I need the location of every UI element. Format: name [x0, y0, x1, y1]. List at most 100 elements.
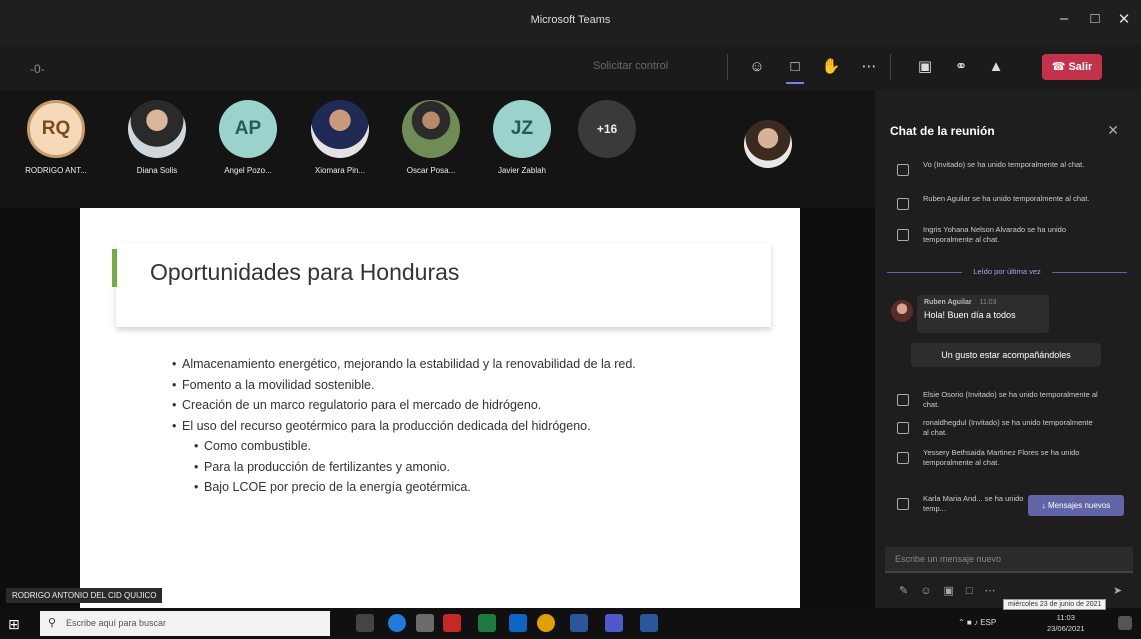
more-actions-icon[interactable]: ⋯ — [858, 56, 880, 78]
teams-icon[interactable] — [605, 614, 623, 632]
message-text: Hola! Buen día a todos — [924, 310, 1016, 320]
message-meta: Ruben Aguilar 11:03 — [924, 299, 1042, 306]
title-bar: Microsoft Teams – □ ✕ — [0, 0, 1141, 44]
system-message-text: Elsie Osorio (Invitado) se ha unido temp… — [923, 390, 1098, 409]
close-chat-icon[interactable]: ✕ — [1107, 122, 1119, 139]
camera-off-icon[interactable]: ▣ — [914, 56, 936, 78]
new-messages-label: Mensajes nuevos — [1047, 501, 1111, 510]
app-icon[interactable] — [478, 614, 496, 632]
chat-message[interactable]: Ruben Aguilar 11:03 Hola! Buen día a todo… — [917, 295, 1049, 333]
avatar: RQ — [27, 100, 85, 158]
search-placeholder: Escribe aquí para buscar — [66, 618, 167, 628]
participant-tile[interactable]: AP Angel Pozo... — [203, 100, 293, 175]
search-icon: ⚲ — [48, 617, 57, 629]
app-icon[interactable] — [416, 614, 434, 632]
system-message-text: Ingris Yohana Nelson Alvarado se ha unid… — [923, 225, 1067, 244]
acrobat-icon[interactable] — [443, 614, 461, 632]
system-message-text: Ruben Aguilar se ha unido temporalmente … — [923, 194, 1090, 203]
emoji-icon[interactable]: ☺ — [920, 585, 931, 597]
more-participants-badge: +16 — [578, 100, 636, 158]
toolbar-divider — [890, 54, 891, 80]
system-message-text: Karla Maria And... se ha unido temp... — [923, 494, 1024, 513]
notifications-icon[interactable] — [1118, 616, 1132, 630]
new-messages-button[interactable]: ↓ Mensajes nuevos — [1028, 495, 1124, 516]
chat-message[interactable]: Un gusto estar acompañándoles — [911, 343, 1101, 367]
meeting-toolbar: -0- Solicitar control ☺ □ ✋ ⋯ ▣ ⚭ ▲ ☎ Sa… — [0, 44, 1141, 90]
clock-date: 23/06/2021 — [1047, 624, 1085, 633]
compose-box[interactable] — [885, 547, 1133, 573]
divider — [1052, 272, 1127, 273]
avatar: AP — [219, 100, 277, 158]
sub-bullet-item: Para la producción de fertilizantes y am… — [194, 457, 636, 478]
window-title: Microsoft Teams — [530, 14, 611, 26]
participant-tile[interactable]: Oscar Posa... — [386, 100, 476, 175]
word-icon[interactable] — [570, 614, 588, 632]
toolbar-divider — [727, 54, 728, 80]
pinned-video-tile[interactable] — [744, 120, 792, 168]
taskbar-search-box[interactable]: ⚲ Escribe aquí para buscar — [40, 611, 330, 636]
last-read-marker: Leído por última vez — [887, 267, 1127, 277]
sticker-icon[interactable]: □ — [966, 585, 973, 597]
accent-bar — [112, 249, 117, 287]
meeting-chat-panel: Chat de la reunión ✕ Vo (Invitado) se ha… — [875, 90, 1141, 608]
close-window-button[interactable]: ✕ — [1112, 10, 1136, 28]
minimize-button[interactable]: – — [1052, 10, 1076, 27]
leave-label: Salir — [1068, 61, 1093, 73]
participant-name: Diana Solis — [136, 166, 178, 175]
windows-start-icon[interactable]: ⊞ — [8, 616, 24, 632]
reactions-icon[interactable]: ✋ — [820, 56, 842, 78]
join-icon — [897, 229, 909, 241]
avatar — [128, 100, 186, 158]
format-icon[interactable]: ✎ — [899, 585, 908, 597]
chrome-icon[interactable] — [537, 614, 555, 632]
join-icon — [897, 422, 909, 434]
presentation-slide: Oportunidades para Honduras Almacenamien… — [80, 208, 800, 608]
microphone-icon[interactable]: ⚭ — [950, 56, 972, 78]
participant-name: RODRIGO ANT... — [25, 166, 87, 175]
word-icon[interactable] — [640, 614, 658, 632]
taskbar-clock[interactable]: 11:03 23/06/2021 — [1047, 612, 1085, 634]
request-control-button[interactable]: Solicitar control — [593, 60, 668, 72]
leave-button[interactable]: ☎ Salir — [1042, 54, 1102, 80]
share-screen-icon[interactable]: ▲ — [985, 56, 1007, 78]
mail-icon[interactable] — [509, 614, 527, 632]
participant-name: Javier Zablah — [497, 166, 547, 175]
compose-toolbar: ✎ ☺ ▣ □ ⋯ — [899, 584, 1008, 597]
join-icon — [897, 452, 909, 464]
avatar: JZ — [493, 100, 551, 158]
more-options-icon[interactable]: ⋯ — [985, 585, 996, 597]
more-participants[interactable]: +16 — [562, 100, 652, 158]
task-view-icon[interactable] — [356, 614, 374, 632]
sub-bullet-item: Como combustible. — [194, 436, 636, 457]
participants-icon[interactable]: ☺ — [746, 56, 768, 78]
join-icon — [897, 164, 909, 176]
sub-bullet-item: Bajo LCOE por precio de la energía geoté… — [194, 477, 636, 498]
send-icon[interactable]: ➤ — [1113, 584, 1122, 597]
system-tray[interactable]: ⌃ ■ ♪ ESP — [958, 618, 996, 627]
system-message-text: ronaldhegdul (Invitado) se ha unido temp… — [923, 418, 1093, 437]
maximize-button[interactable]: □ — [1083, 10, 1107, 27]
system-message-text: Yessery Bethsaida Martinez Flores se ha … — [923, 448, 1080, 467]
join-icon — [897, 198, 909, 210]
bullet-item: El uso del recurso geotérmico para la pr… — [172, 416, 636, 437]
participant-tile[interactable]: JZ Javier Zablah — [477, 100, 567, 175]
avatar — [891, 300, 913, 322]
participant-tile[interactable]: Diana Solis — [112, 100, 202, 175]
participant-name: Xiomara Pin... — [314, 166, 366, 175]
date-tooltip: miércoles 23 de junio de 2021 — [1003, 599, 1107, 610]
participant-name: Oscar Posa... — [406, 166, 456, 175]
clock-time: 11:03 — [1056, 613, 1075, 622]
language-indicator: ESP — [980, 618, 997, 627]
edge-icon[interactable] — [388, 614, 406, 632]
participant-tile[interactable]: Xiomara Pin... — [295, 100, 385, 175]
message-author: Ruben Aguilar — [924, 299, 972, 306]
gif-icon[interactable]: ▣ — [943, 585, 953, 597]
slide-title: Oportunidades para Honduras — [150, 259, 460, 285]
message-input[interactable] — [885, 547, 1133, 571]
shared-content-area: Oportunidades para Honduras Almacenamien… — [0, 208, 875, 608]
participant-tile[interactable]: RQ RODRIGO ANT... — [11, 100, 101, 175]
participants-strip: RQ RODRIGO ANT... Diana Solis AP Angel P… — [0, 90, 875, 208]
chat-icon[interactable]: □ — [784, 56, 806, 84]
bullet-item: Almacenamiento energético, mejorando la … — [172, 354, 636, 375]
system-message-text: Vo (Invitado) se ha unido temporalmente … — [923, 160, 1085, 169]
